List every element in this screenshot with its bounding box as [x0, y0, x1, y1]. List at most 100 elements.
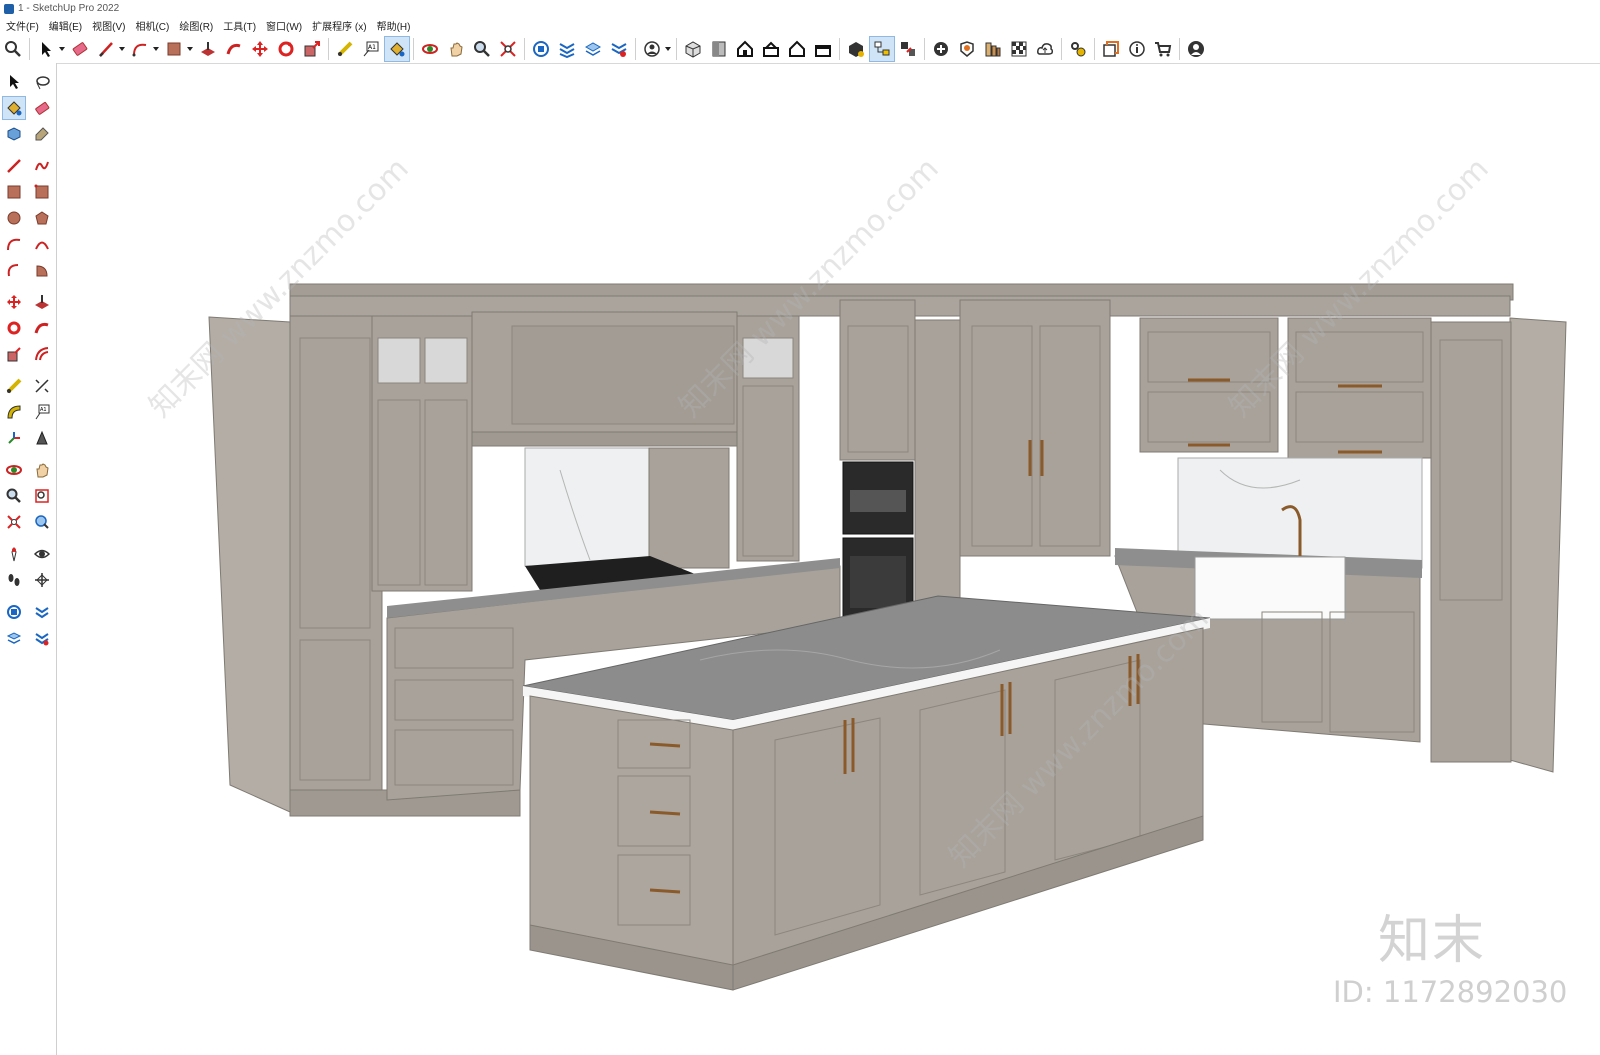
follow-me-icon[interactable]	[31, 317, 53, 339]
line-icon[interactable]	[94, 37, 125, 61]
warehouse-icon[interactable]	[529, 37, 553, 61]
arc-icon[interactable]	[128, 37, 159, 61]
account-icon[interactable]	[640, 37, 671, 61]
tape-measure-icon[interactable]	[3, 375, 25, 397]
circle-icon[interactable]	[3, 207, 25, 229]
menu-help[interactable]: 帮助(H)	[372, 18, 416, 33]
menu-bar: 文件(F) 编辑(E) 视图(V) 相机(C) 绘图(R) 工具(T) 窗口(W…	[0, 17, 1600, 34]
checker-icon[interactable]	[1007, 37, 1031, 61]
text-icon[interactable]: A1	[359, 37, 383, 61]
eraser-icon[interactable]	[68, 37, 92, 61]
3d-text-icon[interactable]	[31, 427, 53, 449]
position-camera-icon[interactable]	[3, 543, 25, 565]
scenes-icon[interactable]	[896, 37, 920, 61]
menu-view[interactable]: 视图(V)	[87, 18, 130, 33]
tag-icon[interactable]	[31, 123, 53, 145]
orbit-icon[interactable]	[418, 37, 442, 61]
zoom-icon[interactable]	[1, 37, 25, 61]
profile-icon[interactable]	[1184, 37, 1208, 61]
zoom-extents-icon[interactable]	[496, 37, 520, 61]
two-point-arc-icon[interactable]	[31, 233, 53, 255]
eraser-icon[interactable]	[31, 97, 53, 119]
pie-icon[interactable]	[31, 259, 53, 281]
zoom-icon[interactable]	[3, 485, 25, 507]
orbit-icon[interactable]	[3, 459, 25, 481]
paint-bucket-icon[interactable]	[2, 96, 26, 120]
rotate-icon[interactable]	[274, 37, 298, 61]
walk-icon[interactable]	[3, 569, 25, 591]
follow-me-icon[interactable]	[222, 37, 246, 61]
previous-view-icon[interactable]	[31, 511, 53, 533]
extension-warehouse-icon[interactable]	[31, 601, 53, 623]
move-icon[interactable]	[3, 291, 25, 313]
layout-icon[interactable]	[1099, 37, 1123, 61]
offset-icon[interactable]	[31, 343, 53, 365]
select-icon[interactable]	[34, 37, 65, 61]
menu-file[interactable]: 文件(F)	[0, 18, 44, 33]
scale-icon[interactable]	[300, 37, 324, 61]
geo-location-icon[interactable]	[955, 37, 979, 61]
svg-text:A1: A1	[40, 407, 47, 413]
push-pull-icon[interactable]	[31, 291, 53, 313]
move-icon[interactable]	[248, 37, 272, 61]
paint-bucket-icon[interactable]	[384, 35, 410, 62]
toolbar-separator	[924, 37, 925, 60]
rectangle-icon[interactable]	[3, 181, 25, 203]
lasso-icon[interactable]	[31, 71, 53, 93]
axes-icon[interactable]	[3, 427, 25, 449]
protractor-icon[interactable]	[3, 401, 25, 423]
settings-icon[interactable]	[1066, 37, 1090, 61]
extension-warehouse-icon[interactable]	[555, 37, 579, 61]
menu-camera[interactable]: 相机(C)	[130, 18, 174, 33]
zoom-extents-icon[interactable]	[3, 511, 25, 533]
scale-icon[interactable]	[3, 343, 25, 365]
section-plane-icon[interactable]	[31, 569, 53, 591]
tape-measure-icon[interactable]	[333, 37, 357, 61]
sandbox-icon[interactable]	[981, 37, 1005, 61]
look-around-icon[interactable]	[31, 543, 53, 565]
pan-icon[interactable]	[31, 459, 53, 481]
back-view-icon[interactable]	[785, 37, 809, 61]
model-viewport[interactable]: 知末网 www.znzmo.com 知末网 www.znzmo.com 知末网 …	[57, 64, 1600, 1055]
menu-extensions[interactable]: 扩展程序 (x)	[307, 18, 371, 33]
menu-edit[interactable]: 编辑(E)	[44, 18, 87, 33]
menu-tools[interactable]: 工具(T)	[218, 18, 261, 33]
cart-icon[interactable]	[1151, 37, 1175, 61]
pan-icon[interactable]	[444, 37, 468, 61]
front-view-icon[interactable]	[733, 37, 757, 61]
push-pull-icon[interactable]	[196, 37, 220, 61]
add-location-icon[interactable]	[929, 37, 953, 61]
rotated-rectangle-icon[interactable]	[31, 181, 53, 203]
extension-manager-icon[interactable]	[607, 37, 631, 61]
main-toolbar: A1	[0, 34, 1600, 64]
arc-icon[interactable]	[3, 233, 25, 255]
info-icon[interactable]	[1125, 37, 1149, 61]
large-tool-set: A1	[0, 63, 57, 1055]
components-icon[interactable]	[844, 37, 868, 61]
three-point-arc-icon[interactable]	[3, 259, 25, 281]
right-view-icon[interactable]	[759, 37, 783, 61]
iso-view-icon[interactable]	[681, 37, 705, 61]
zoom-tool-icon[interactable]	[470, 37, 494, 61]
select-icon[interactable]	[3, 71, 25, 93]
zoom-window-icon[interactable]	[31, 485, 53, 507]
menu-draw[interactable]: 绘图(R)	[174, 18, 218, 33]
text-icon[interactable]: A1	[31, 401, 53, 423]
line-icon[interactable]	[3, 155, 25, 177]
dimension-icon[interactable]	[31, 375, 53, 397]
outliner-icon[interactable]	[869, 35, 895, 62]
rotate-icon[interactable]	[3, 317, 25, 339]
left-view-icon[interactable]	[811, 37, 835, 61]
warehouse-icon[interactable]	[3, 601, 25, 623]
rectangle-icon[interactable]	[162, 37, 193, 61]
top-view-icon[interactable]	[707, 37, 731, 61]
extension-manager-icon[interactable]	[31, 627, 53, 649]
layers-icon[interactable]	[3, 627, 25, 649]
layers-icon[interactable]	[581, 37, 605, 61]
make-component-icon[interactable]	[3, 123, 25, 145]
menu-window[interactable]: 窗口(W)	[261, 18, 307, 33]
polygon-icon[interactable]	[31, 207, 53, 229]
freehand-icon[interactable]	[31, 155, 53, 177]
toolbar-separator	[839, 37, 840, 60]
cloud-upload-icon[interactable]	[1033, 37, 1057, 61]
